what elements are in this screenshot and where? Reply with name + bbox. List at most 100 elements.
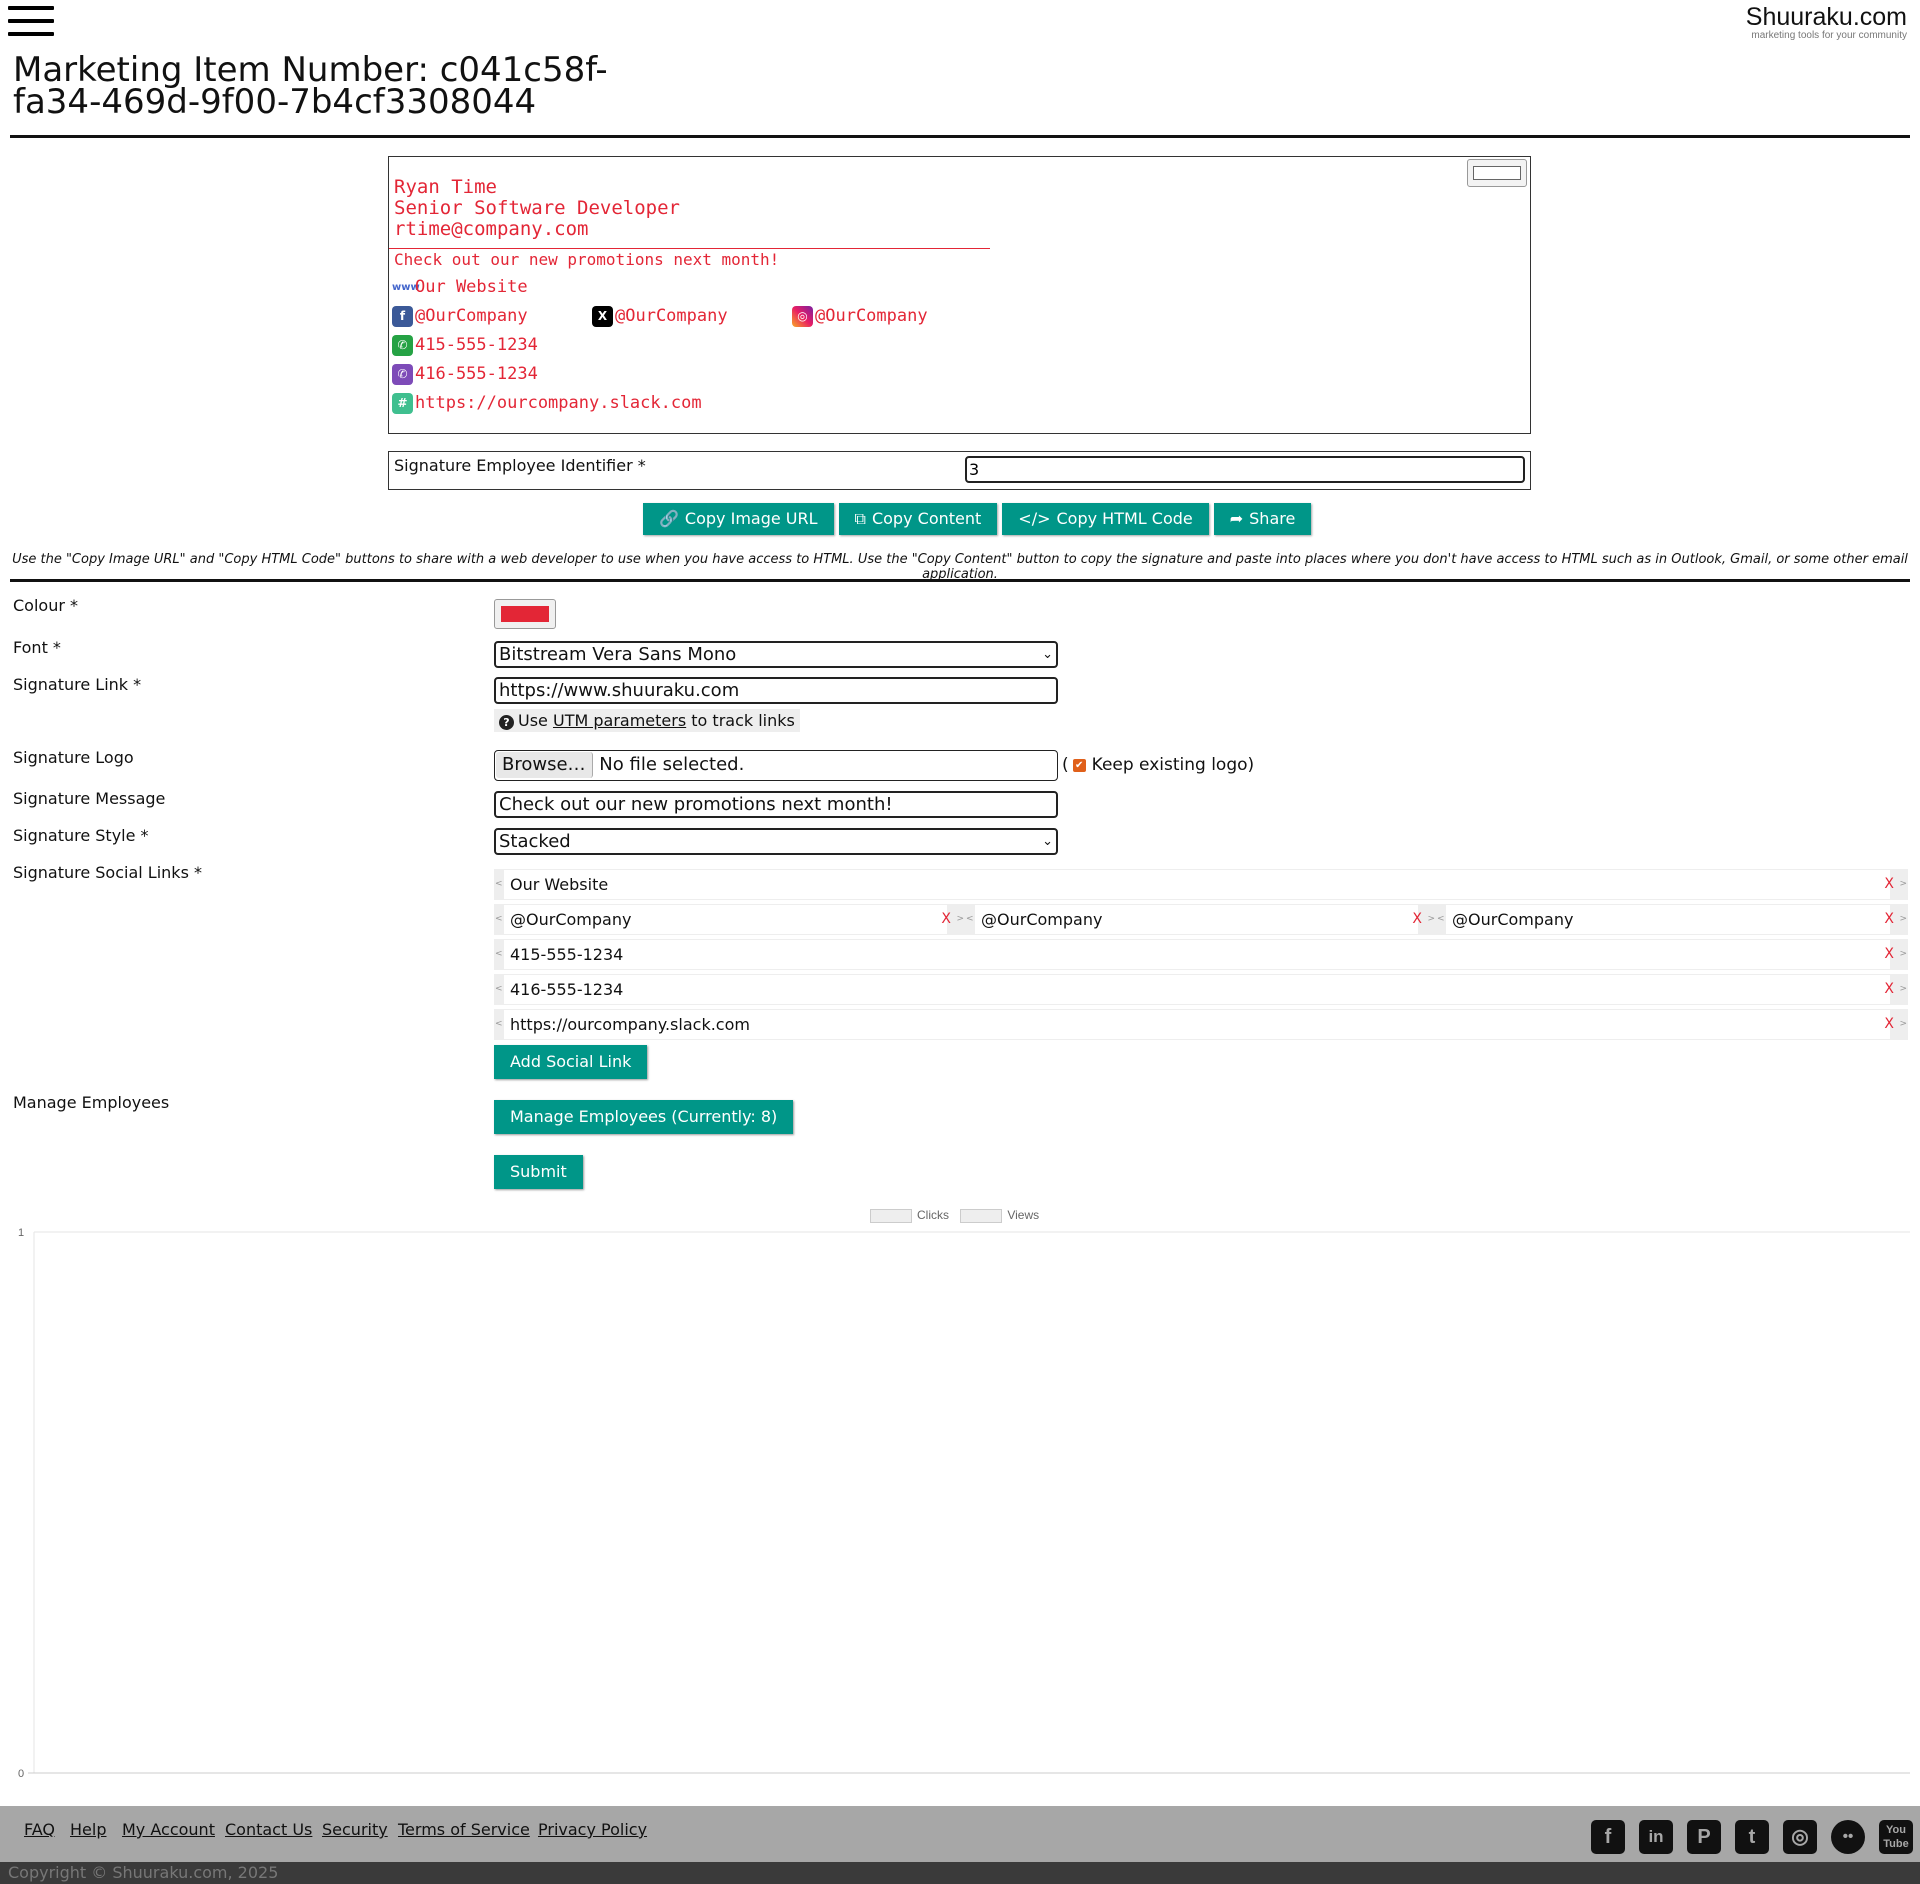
social-link-item[interactable]: < Our Website X > (494, 869, 1908, 900)
preview-toggle-button[interactable] (1467, 159, 1527, 187)
copy-content-button[interactable]: ⧉ Copy Content (838, 503, 998, 535)
copy-html-code-button[interactable]: </> Copy HTML Code (1002, 503, 1209, 535)
social-link-input[interactable]: @OurCompany (1446, 905, 1890, 934)
style-value: Stacked (499, 831, 571, 852)
social-link-item[interactable]: < https://ourcompany.slack.com X > (494, 1009, 1908, 1040)
colour-picker[interactable] (494, 599, 556, 629)
logo-file-input[interactable]: Browse… No file selected. (494, 750, 1058, 781)
x-icon: X (592, 305, 613, 327)
submit-button[interactable]: Submit (494, 1155, 583, 1189)
footer-link-terms[interactable]: Terms of Service (398, 1820, 530, 1839)
link-icon: 🔗 (659, 509, 679, 528)
sig-whatsapp: 415-555-1234 (415, 335, 538, 355)
employee-identifier-input[interactable] (965, 456, 1525, 483)
sig-viber-row[interactable]: ✆ 416-555-1234 (392, 362, 538, 386)
code-icon: </> (1018, 509, 1051, 528)
social-link-row: < Our Website X > (494, 869, 1908, 900)
divider (10, 579, 1910, 582)
move-right-icon[interactable]: > (1899, 869, 1907, 900)
remove-link-button[interactable]: X (1884, 939, 1894, 970)
move-left-icon[interactable]: < (495, 939, 503, 970)
social-link-item[interactable]: < @OurCompany X > (965, 904, 1436, 935)
social-link-item[interactable]: <415-555-1234 X > (494, 939, 1908, 970)
font-select[interactable]: Bitstream Vera Sans Mono ⌄ (494, 641, 1058, 668)
move-right-icon[interactable]: > (956, 904, 964, 935)
move-left-icon[interactable]: < (966, 904, 974, 935)
social-link-input[interactable]: Our Website (504, 870, 1890, 899)
move-right-icon[interactable]: > (1899, 939, 1907, 970)
link-label: Signature Link * (13, 675, 142, 694)
copy-image-url-button[interactable]: 🔗 Copy Image URL (643, 503, 834, 535)
sig-website: Our Website (415, 277, 528, 297)
social-link-row: <415-555-1234 X > (494, 939, 1908, 970)
twitter-icon[interactable]: t (1735, 1820, 1769, 1854)
signature-link-input[interactable]: https://www.shuuraku.com (494, 677, 1058, 704)
style-select[interactable]: Stacked ⌄ (494, 828, 1058, 855)
brand-name: Shuuraku.com (1745, 3, 1907, 31)
add-social-link-button[interactable]: Add Social Link (494, 1045, 648, 1079)
footer-link-my-account[interactable]: My Account (122, 1820, 215, 1839)
keep-logo-checkbox[interactable]: ✔ (1072, 758, 1086, 772)
instagram-icon[interactable]: ◎ (1783, 1820, 1817, 1854)
social-links-label: Signature Social Links * (13, 863, 202, 882)
move-right-icon[interactable]: > (1899, 974, 1907, 1005)
social-link-input[interactable]: https://ourcompany.slack.com (504, 1010, 1890, 1039)
move-left-icon[interactable]: < (495, 1009, 503, 1040)
footer-link-contact-us[interactable]: Contact Us (225, 1820, 312, 1839)
y-tick-label: 1 (18, 1227, 24, 1239)
sig-website-row[interactable]: wwwOur Website (392, 275, 528, 299)
remove-link-button[interactable]: X (941, 904, 951, 935)
move-left-icon[interactable]: < (495, 869, 503, 900)
utm-parameters-link[interactable]: UTM parameters (553, 711, 686, 730)
footer-link-privacy[interactable]: Privacy Policy (538, 1820, 647, 1839)
social-link-input[interactable]: @OurCompany (504, 905, 947, 934)
footer-link-help[interactable]: Help (70, 1820, 106, 1839)
social-link-item[interactable]: < @OurCompany X > (1436, 904, 1908, 935)
keep-logo: (✔ Keep existing logo) (1062, 755, 1255, 775)
sig-facebook: @OurCompany (415, 306, 528, 326)
share-button[interactable]: ➦ Share (1213, 503, 1312, 535)
sig-instagram-row[interactable]: ◎ @OurCompany (792, 304, 928, 328)
sig-viber: 416-555-1234 (415, 364, 538, 384)
linkedin-icon[interactable]: in (1639, 1820, 1673, 1854)
social-link-item[interactable]: <416-555-1234 X > (494, 974, 1908, 1005)
sig-slack-row[interactable]: # https://ourcompany.slack.com (392, 391, 702, 415)
move-left-icon[interactable]: < (495, 974, 503, 1005)
flickr-icon[interactable]: •• (1831, 1820, 1865, 1854)
keep-logo-label: Keep existing logo) (1091, 755, 1255, 775)
manage-employees-button[interactable]: Manage Employees (Currently: 8) (494, 1100, 794, 1134)
sig-separator (389, 248, 990, 249)
sig-x-row[interactable]: X @OurCompany (592, 304, 728, 328)
footer-link-faq[interactable]: FAQ (24, 1820, 55, 1839)
browse-button[interactable]: Browse… (496, 752, 593, 778)
social-link-input[interactable]: 415-555-1234 (504, 940, 1890, 969)
facebook-icon[interactable]: f (1591, 1820, 1625, 1854)
remove-link-button[interactable]: X (1884, 1009, 1894, 1040)
remove-link-button[interactable]: X (1884, 974, 1894, 1005)
move-left-icon[interactable]: < (495, 904, 503, 935)
remove-link-button[interactable]: X (1884, 904, 1894, 935)
signature-message-input[interactable]: Check out our new promotions next month! (494, 791, 1058, 818)
style-label: Signature Style * (13, 826, 149, 845)
social-link-input[interactable]: 416-555-1234 (504, 975, 1890, 1004)
menu-icon[interactable] (8, 6, 54, 38)
divider (10, 135, 1910, 138)
sig-whatsapp-row[interactable]: ✆ 415-555-1234 (392, 333, 538, 357)
footer-link-security[interactable]: Security (322, 1820, 388, 1839)
social-link-item[interactable]: < @OurCompany X > (494, 904, 965, 935)
remove-link-button[interactable]: X (1412, 904, 1422, 935)
social-link-row: < https://ourcompany.slack.com X > (494, 1009, 1908, 1040)
sig-facebook-row[interactable]: f @OurCompany (392, 304, 528, 328)
copy-hint: Use the "Copy Image URL" and "Copy HTML … (12, 552, 1908, 582)
brand-logo[interactable]: Shuuraku.com marketing tools for your co… (1746, 4, 1907, 42)
youtube-icon[interactable]: You Tube (1879, 1820, 1913, 1854)
move-right-icon[interactable]: > (1427, 904, 1435, 935)
move-left-icon[interactable]: < (1437, 904, 1445, 935)
pinterest-icon[interactable]: P (1687, 1820, 1721, 1854)
move-right-icon[interactable]: > (1899, 1009, 1907, 1040)
message-label: Signature Message (13, 789, 166, 808)
move-right-icon[interactable]: > (1899, 904, 1907, 935)
employee-identifier-row: Signature Employee Identifier * (388, 451, 1531, 490)
social-link-input[interactable]: @OurCompany (975, 905, 1418, 934)
remove-link-button[interactable]: X (1884, 869, 1894, 900)
